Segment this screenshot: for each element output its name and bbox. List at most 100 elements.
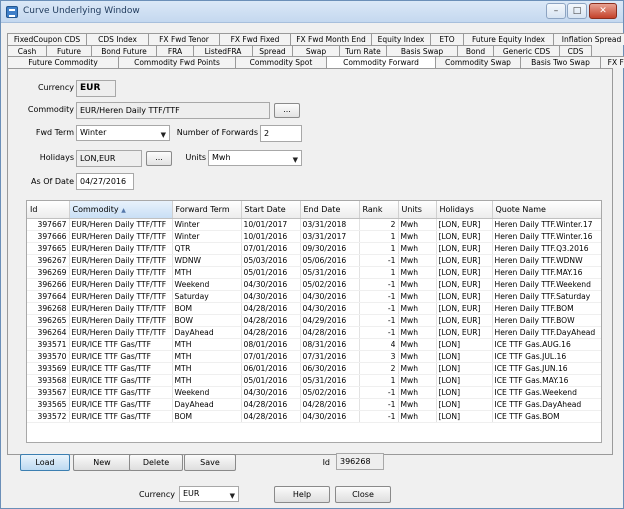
column-header-quote-name[interactable]: Quote Name [492, 201, 601, 219]
minimize-button[interactable]: – [546, 3, 566, 19]
table-row[interactable]: 397664 EUR/Heren Daily TTF/TTF Saturday 04/… [27, 290, 601, 303]
table-row[interactable]: 393565 EUR/ICE TTF Gas/TTF DayAhead 04/28/2… [27, 398, 601, 411]
table-row[interactable]: 397666 EUR/Heren Daily TTF/TTF Winter 10/01… [27, 230, 601, 243]
tab-commodity-spot[interactable]: Commodity Spot [235, 56, 327, 68]
table-cell: -1 [359, 278, 399, 291]
table-cell: -1 [359, 290, 399, 303]
table-cell: 04/28/2016 [241, 326, 301, 339]
tab-commodity-fwd-points[interactable]: Commodity Fwd Points [118, 56, 236, 68]
table-cell: EUR/ICE TTF Gas/TTF [69, 398, 173, 411]
column-header-rank[interactable]: Rank [359, 201, 399, 219]
table-cell: Mwh [398, 302, 437, 315]
table-cell: 393569 [27, 362, 70, 375]
close-button[interactable]: Close [335, 486, 391, 503]
table-cell: [LON] [436, 386, 493, 399]
holidays-field[interactable]: LON,EUR [76, 150, 142, 167]
table-cell: 04/30/2016 [300, 302, 360, 315]
column-header-commodity[interactable]: Commodity ▲ [69, 201, 173, 219]
column-header-units[interactable]: Units [398, 201, 437, 219]
table-row[interactable]: 393570 EUR/ICE TTF Gas/TTF MTH 07/01/2016 07… [27, 350, 601, 363]
table-cell: 05/03/2016 [241, 254, 301, 267]
table-row[interactable]: 396268 EUR/Heren Daily TTF/TTF BOM 04/28/20… [27, 302, 601, 315]
table-cell: 05/31/2016 [300, 266, 360, 279]
close-window-button[interactable]: ✕ [589, 3, 617, 19]
as-of-date-label: As Of Date [31, 177, 74, 186]
table-cell: Heren Daily TTF.WDNW [492, 254, 601, 267]
table-row[interactable]: 393569 EUR/ICE TTF Gas/TTF MTH 06/01/2016 06… [27, 362, 601, 375]
table-row[interactable]: 397667 EUR/Heren Daily TTF/TTF Winter 10/01… [27, 218, 601, 231]
table-cell: 04/28/2016 [241, 314, 301, 327]
table-cell: 393570 [27, 350, 70, 363]
column-header-id[interactable]: Id [27, 201, 70, 219]
holidays-picker-button[interactable]: ... [146, 151, 172, 166]
table-cell: 05/02/2016 [300, 278, 360, 291]
column-header-forward-term[interactable]: Forward Term [172, 201, 242, 219]
table-cell: 396269 [27, 266, 70, 279]
tab-future-equity-index[interactable]: Future Equity Index [463, 33, 554, 45]
table-cell: 393568 [27, 374, 70, 387]
table-cell: Heren Daily TTF.BOM [492, 302, 601, 315]
delete-button[interactable]: Delete [129, 454, 183, 471]
table-row[interactable]: 396267 EUR/Heren Daily TTF/TTF WDNW 05/03/2… [27, 254, 601, 267]
tab-cds-index[interactable]: CDS Index [86, 33, 149, 45]
tab-fixedcoupon-cds[interactable]: FixedCoupon CDS [7, 33, 87, 45]
table-cell: DayAhead [172, 326, 242, 339]
save-button[interactable]: Save [184, 454, 236, 471]
curve-underlying-window: Curve Underlying Window – □ ✕ FixedCoupo… [0, 0, 624, 509]
id-label: Id [322, 458, 330, 467]
table-cell: 396267 [27, 254, 70, 267]
tab-row-1: FixedCoupon CDS CDS Index FX Fwd Tenor FX F… [7, 33, 624, 45]
column-header-label: Quote Name [495, 204, 546, 214]
table-cell: 396265 [27, 314, 70, 327]
table-row[interactable]: 397665 EUR/Heren Daily TTF/TTF QTR 07/01/20… [27, 242, 601, 255]
new-button[interactable]: New [73, 454, 131, 471]
table-row[interactable]: 396265 EUR/Heren Daily TTF/TTF BOW 04/28/20… [27, 314, 601, 327]
table-cell: 396264 [27, 326, 70, 339]
help-button[interactable]: Help [274, 486, 330, 503]
commodity-field[interactable]: EUR/Heren Daily TTF/TTF [76, 102, 270, 119]
table-row[interactable]: 393568 EUR/ICE TTF Gas/TTF MTH 05/01/2016 05… [27, 374, 601, 387]
title-bar[interactable]: Curve Underlying Window – □ ✕ [1, 1, 623, 23]
column-header-end-date[interactable]: End Date [300, 201, 360, 219]
table-cell: 3 [359, 350, 399, 363]
tab-equity-index[interactable]: Equity Index [371, 33, 431, 45]
table-cell: MTH [172, 338, 242, 351]
table-row[interactable]: 396266 EUR/Heren Daily TTF/TTF Weekend 04/3… [27, 278, 601, 291]
tab-inflation-spread[interactable]: Inflation Spread [553, 33, 624, 45]
tab-commodity-swap[interactable]: Commodity Swap [435, 56, 521, 68]
tab-eto[interactable]: ETO [430, 33, 464, 45]
table-row[interactable]: 393572 EUR/ICE TTF Gas/TTF BOM 04/28/2016 04… [27, 410, 601, 423]
tab-fx-fwd-tenor[interactable]: FX Fwd Tenor [148, 33, 220, 45]
column-header-holidays[interactable]: Holidays [436, 201, 493, 219]
tab-future-commodity[interactable]: Future Commodity [7, 56, 119, 68]
footer-currency-select[interactable]: EUR ▼ [179, 486, 239, 502]
table-cell: BOM [172, 410, 242, 423]
table-cell: 1 [359, 242, 399, 255]
tab-fx-fwd-fixed[interactable]: FX Fwd Fixed [219, 33, 291, 45]
table-cell: 03/31/2017 [300, 230, 360, 243]
table-cell: [LON] [436, 350, 493, 363]
load-button[interactable]: Load [20, 454, 70, 471]
table-cell: 397664 [27, 290, 70, 303]
commodity-picker-button[interactable]: ... [274, 103, 300, 118]
table-cell: EUR/Heren Daily TTF/TTF [69, 278, 173, 291]
as-of-date-input[interactable]: 04/27/2016 [76, 173, 134, 190]
column-header-label: Rank [362, 204, 383, 214]
num-forwards-input[interactable]: 2 [260, 125, 302, 142]
table-cell: Mwh [398, 278, 437, 291]
table-row[interactable]: 396264 EUR/Heren Daily TTF/TTF DayAhead 04/… [27, 326, 601, 339]
table-row[interactable]: 393567 EUR/ICE TTF Gas/TTF Weekend 04/30/20… [27, 386, 601, 399]
column-header-start-date[interactable]: Start Date [241, 201, 301, 219]
maximize-button[interactable]: □ [567, 3, 587, 19]
fwd-term-select[interactable]: Winter ▼ [76, 125, 170, 141]
tab-basis-two-swap[interactable]: Basis Two Swap [520, 56, 601, 68]
tab-fx-fwd-month-end[interactable]: FX Fwd Month End [290, 33, 372, 45]
units-select[interactable]: Mwh ▼ [208, 150, 302, 166]
table-cell: 05/02/2016 [300, 386, 360, 399]
table-row[interactable]: 393571 EUR/ICE TTF Gas/TTF MTH 08/01/2016 08… [27, 338, 601, 351]
table-cell: [LON, EUR] [436, 266, 493, 279]
tab-fx-future[interactable]: FX Future [600, 56, 624, 68]
table-cell: 04/28/2016 [300, 326, 360, 339]
table-row[interactable]: 396269 EUR/Heren Daily TTF/TTF MTH 05/01/20… [27, 266, 601, 279]
table-cell: EUR/ICE TTF Gas/TTF [69, 386, 173, 399]
